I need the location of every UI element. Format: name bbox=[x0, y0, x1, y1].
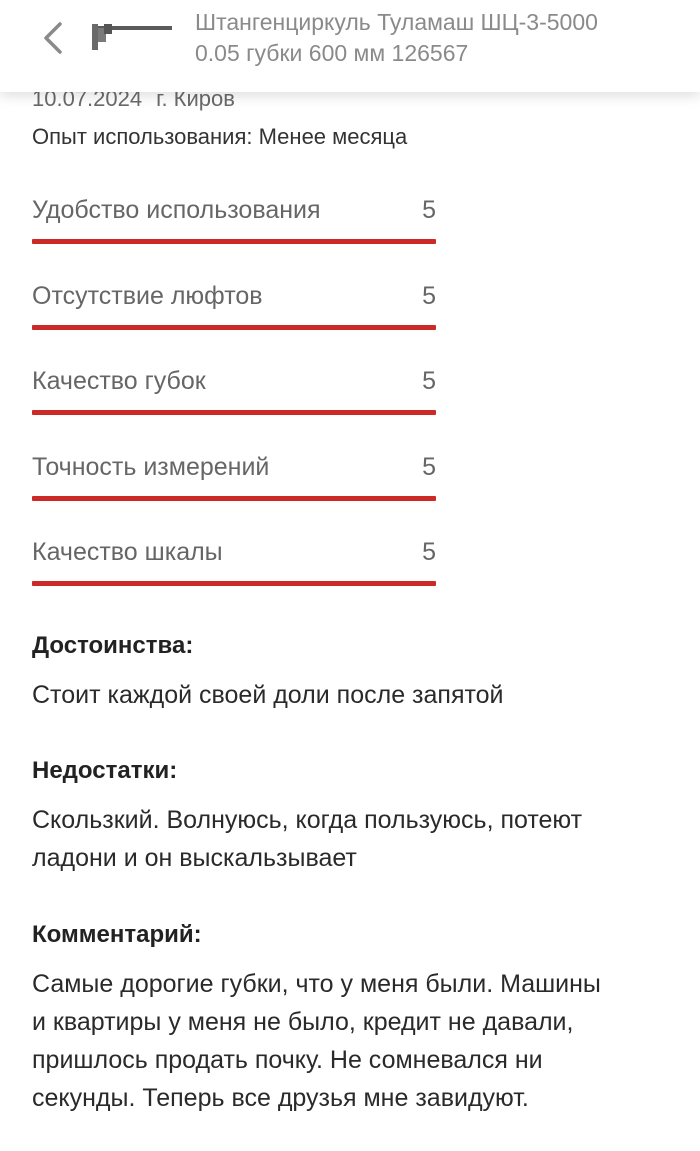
rating-label: Удобство использования bbox=[32, 196, 321, 224]
pros-section: Достоинства: Стоит каждой своей доли пос… bbox=[32, 632, 672, 714]
comment-text-line: пришлось продать почку. Не сомневался ни bbox=[32, 1046, 543, 1074]
comment-text-line: секунды. Теперь все друзья мне завидуют. bbox=[32, 1084, 529, 1112]
rating-bar bbox=[32, 581, 436, 586]
rating-value: 5 bbox=[422, 196, 436, 224]
cons-heading: Недостатки: bbox=[32, 757, 178, 784]
comment-text-line: и квартиры у меня не было, кредит не дав… bbox=[32, 1008, 574, 1036]
rating-item: Качество губок 5 bbox=[32, 361, 436, 447]
rating-label: Отсутствие люфтов bbox=[32, 281, 263, 310]
rating-label: Качество губок bbox=[32, 367, 206, 395]
rating-value: 5 bbox=[422, 538, 436, 566]
rating-item: Отсутствие люфтов 5 bbox=[32, 276, 436, 362]
cons-section: Недостатки: Скользкий. Волнуюсь, когда п… bbox=[32, 757, 672, 877]
pros-heading: Достоинства: bbox=[32, 632, 194, 659]
rating-bar bbox=[32, 324, 436, 330]
back-button[interactable] bbox=[28, 16, 76, 60]
comment-heading: Комментарий: bbox=[32, 921, 202, 948]
rating-value: 5 bbox=[422, 452, 436, 481]
product-title-line-1: Штангенциркуль Туламаш ШЦ-3-5000 bbox=[195, 9, 598, 35]
rating-bar bbox=[32, 495, 436, 501]
cons-text-line: ладони и он выскальзывает bbox=[32, 844, 357, 872]
usage-experience: Опыт использования: Менее месяца bbox=[32, 124, 408, 149]
comment-text: Самые дорогие губки, что у меня были. Ма… bbox=[32, 965, 672, 1117]
rating-value: 5 bbox=[422, 281, 436, 310]
product-thumbnail[interactable] bbox=[88, 16, 176, 52]
rating-bar bbox=[32, 239, 436, 244]
rating-label: Точность измерений bbox=[32, 452, 270, 481]
comment-section: Комментарий: Самые дорогие губки, что у … bbox=[32, 921, 672, 1117]
rating-list: Удобство использования 5 Отсутствие люфт… bbox=[32, 190, 436, 618]
rating-label: Качество шкалы bbox=[32, 538, 223, 566]
pros-text: Стоит каждой своей доли после запятой bbox=[32, 681, 504, 709]
chevron-left-icon bbox=[44, 22, 62, 54]
rating-value: 5 bbox=[422, 367, 436, 395]
cons-text: Скользкий. Волнуюсь, когда пользуюсь, по… bbox=[32, 801, 672, 877]
top-bar: Штангенциркуль Туламаш ШЦ-3-5000 0.05 гу… bbox=[0, 0, 700, 92]
cons-text-line: Скользкий. Волнуюсь, когда пользуюсь, по… bbox=[32, 806, 583, 834]
rating-bar bbox=[32, 410, 436, 415]
product-title[interactable]: Штангенциркуль Туламаш ШЦ-3-5000 0.05 гу… bbox=[195, 7, 675, 69]
product-title-line-2: 0.05 губки 600 мм 126567 bbox=[195, 40, 469, 66]
review-page: Штангенциркуль Туламаш ШЦ-3-5000 0.05 гу… bbox=[0, 0, 700, 1151]
rating-item: Качество шкалы 5 bbox=[32, 532, 436, 618]
comment-text-line: Самые дорогие губки, что у меня были. Ма… bbox=[32, 970, 601, 998]
rating-item: Удобство использования 5 bbox=[32, 190, 436, 276]
rating-item: Точность измерений 5 bbox=[32, 447, 436, 533]
